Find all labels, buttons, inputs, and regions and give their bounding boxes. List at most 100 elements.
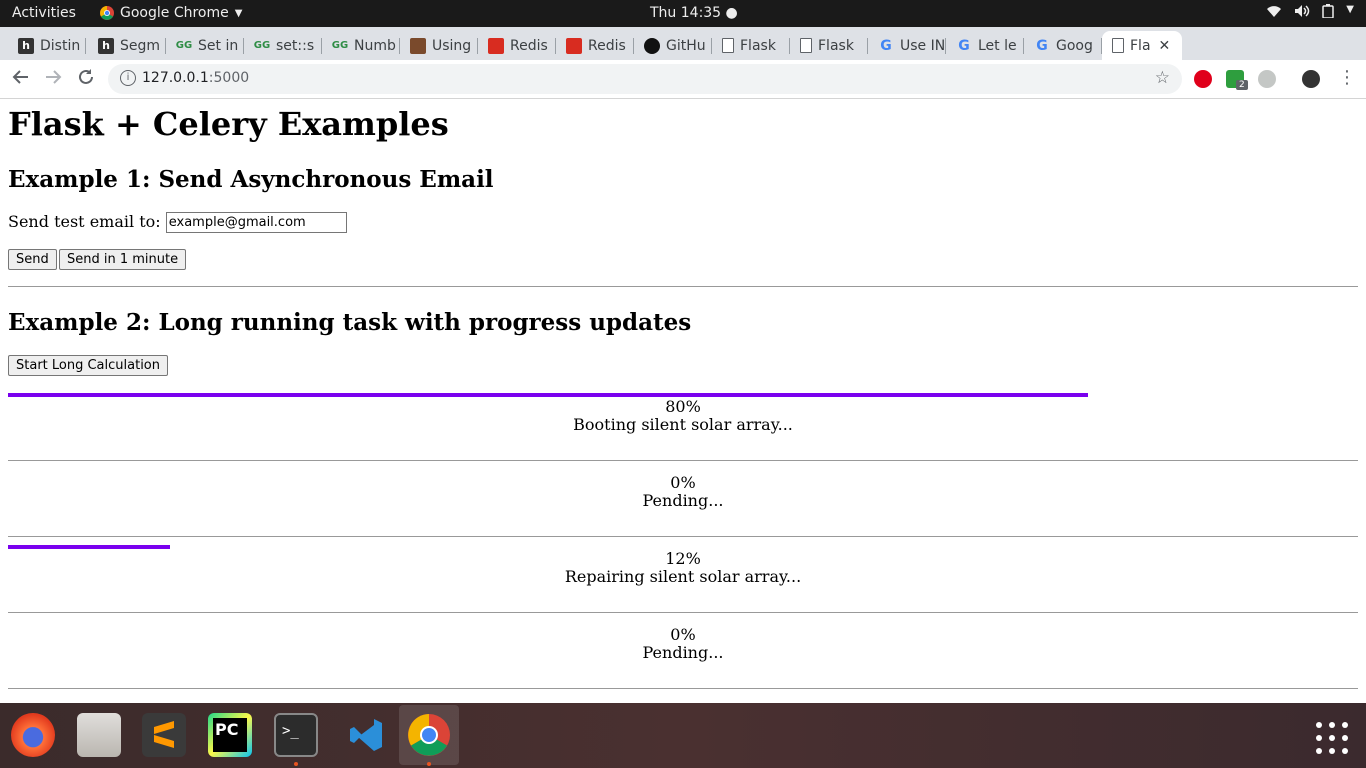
google-icon: G: [880, 37, 892, 54]
app-menu[interactable]: Google Chrome ▼: [100, 5, 242, 21]
google-icon: G: [1036, 37, 1048, 54]
progress-percent: 80%: [665, 397, 701, 416]
tab-title: Redis: [588, 37, 626, 54]
clock[interactable]: Thu 14:35 ●: [650, 5, 738, 21]
hackernoon-icon: h: [98, 37, 114, 54]
page-title: Flask + Celery Examples: [8, 105, 449, 143]
redis-icon: [488, 37, 504, 54]
files-icon[interactable]: [77, 713, 121, 757]
email-label: Send test email to:: [8, 212, 161, 231]
tab-title: Flask: [818, 37, 854, 54]
redis-icon: [566, 37, 582, 54]
vscode-icon[interactable]: [344, 713, 388, 757]
tab[interactable]: GG set::s: [244, 31, 322, 60]
tab[interactable]: GG Set in: [166, 31, 244, 60]
start-calculation-button[interactable]: Start Long Calculation: [8, 355, 169, 376]
document-icon: [1112, 38, 1124, 53]
bookmark-star-icon[interactable]: ☆: [1155, 68, 1170, 88]
tab[interactable]: Flask: [790, 31, 868, 60]
tab-title: Let le: [978, 37, 1017, 54]
firefox-icon[interactable]: [11, 713, 55, 757]
extension-badge: 2: [1236, 80, 1248, 90]
chrome-icon: [100, 6, 114, 20]
chevron-down-icon: ▼: [234, 7, 243, 19]
chevron-down-icon: ▼: [1346, 4, 1354, 15]
tab[interactable]: G Goog: [1024, 31, 1102, 60]
progress-percent: 12%: [665, 549, 701, 568]
progress-status: Pending...: [642, 491, 724, 510]
email-form: Send test email to:: [8, 212, 347, 233]
geeksforgeeks-icon: GG: [175, 40, 193, 51]
system-tray[interactable]: ▼: [1266, 4, 1354, 22]
url-text[interactable]: 127.0.0.1:5000: [142, 70, 249, 86]
tab[interactable]: h Distin: [8, 31, 86, 60]
hackernoon-icon: h: [18, 37, 34, 54]
tab-title: Distin: [40, 37, 81, 54]
tab[interactable]: Flask: [712, 31, 790, 60]
tab-title: Segm: [120, 37, 161, 54]
divider: [8, 460, 1358, 461]
tab-active[interactable]: Fla ✕: [1102, 31, 1182, 60]
arrow-left-icon: [12, 70, 28, 84]
reload-icon: [79, 69, 93, 84]
browser-toolbar: i 127.0.0.1:5000 ☆ 2 ⋮: [0, 60, 1366, 99]
tab[interactable]: Using: [400, 31, 478, 60]
tab-title: Set in: [198, 37, 239, 54]
address-bar[interactable]: i 127.0.0.1:5000 ☆: [108, 64, 1182, 94]
activities-button[interactable]: Activities: [12, 5, 76, 21]
page-content: Flask + Celery Examples Example 1: Send …: [0, 99, 1366, 703]
tab[interactable]: Redis: [478, 31, 556, 60]
show-applications-icon[interactable]: [1316, 722, 1350, 756]
divider: [8, 688, 1358, 689]
tab-separator: [85, 38, 86, 54]
battery-icon: [1322, 4, 1335, 22]
progress-percent: 0%: [670, 625, 696, 644]
geeksforgeeks-icon: GG: [331, 40, 349, 51]
tab-title: Use IN: [900, 37, 946, 54]
dock: PC >_: [0, 703, 1366, 768]
extension-icon[interactable]: [1258, 70, 1276, 88]
whatsapp-extension-icon[interactable]: 2: [1226, 70, 1248, 90]
tab-title: Redis: [510, 37, 548, 54]
tab-title: set::s: [276, 37, 315, 54]
progress-percent: 0%: [670, 473, 696, 492]
tab-title: Goog: [1056, 37, 1093, 54]
close-tab-icon[interactable]: ✕: [1159, 38, 1171, 54]
tab-title: Numb: [354, 37, 396, 54]
tab[interactable]: GG Numb: [322, 31, 400, 60]
send-later-button[interactable]: Send in 1 minute: [59, 249, 187, 270]
progress-status: Repairing silent solar array...: [564, 567, 802, 586]
app-name: Google Chrome: [120, 5, 229, 21]
document-icon: [800, 38, 812, 53]
tab[interactable]: G Let le: [946, 31, 1024, 60]
tab[interactable]: Redis: [556, 31, 634, 60]
info-icon[interactable]: i: [120, 70, 136, 86]
pycharm-icon[interactable]: PC: [208, 713, 252, 757]
opera-extension-icon[interactable]: [1194, 70, 1212, 88]
profile-avatar[interactable]: [1302, 70, 1320, 88]
tab-title: GitHu: [666, 37, 706, 54]
forward-button[interactable]: [44, 68, 62, 91]
chrome-dock-icon[interactable]: [399, 705, 459, 765]
divider: [8, 536, 1358, 537]
wifi-icon: [1266, 4, 1282, 22]
tab[interactable]: G Use IN: [868, 31, 946, 60]
geeksforgeeks-icon: GG: [253, 40, 271, 51]
reload-button[interactable]: [77, 68, 95, 91]
tab[interactable]: GitHu: [634, 31, 712, 60]
tab-title: Using: [432, 37, 472, 54]
sublime-text-icon[interactable]: [142, 713, 186, 757]
document-icon: [722, 38, 734, 53]
google-icon: G: [958, 37, 970, 54]
email-input[interactable]: [165, 212, 347, 233]
divider: [8, 612, 1358, 613]
tab[interactable]: h Segm: [88, 31, 166, 60]
progress-status: Pending...: [642, 643, 724, 662]
terminal-icon[interactable]: >_: [274, 713, 318, 757]
send-button[interactable]: Send: [8, 249, 57, 270]
menu-icon[interactable]: ⋮: [1338, 67, 1356, 88]
back-button[interactable]: [12, 68, 30, 91]
photo-icon: [410, 37, 426, 54]
tab-strip: h Distin h Segm GG Set in GG set::s GG Numb Using R…: [0, 27, 1366, 81]
tab-title: Fla: [1130, 37, 1151, 54]
